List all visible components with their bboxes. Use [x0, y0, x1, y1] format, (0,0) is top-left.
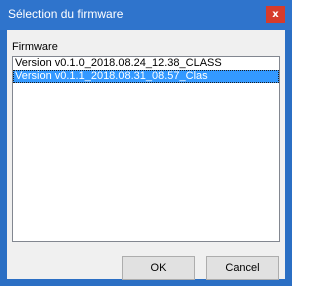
dialog-body: Firmware Version v0.1.0_2018.08.24_12.38… [7, 30, 285, 280]
window-title: Sélection du firmware [8, 7, 124, 21]
firmware-list-item[interactable]: Version v0.1.0_2018.08.24_12.38_CLASS [13, 57, 279, 70]
ok-button[interactable]: OK [122, 256, 195, 280]
firmware-list-item-selected[interactable]: Version v0.1.1_2018.08.31_08.57_Clas [13, 70, 279, 83]
firmware-group-label: Firmware [12, 41, 58, 53]
firmware-listbox[interactable]: Version v0.1.0_2018.08.24_12.38_CLASS Ve… [12, 56, 280, 242]
close-button[interactable]: x [266, 6, 285, 23]
title-bar[interactable]: Sélection du firmware x [0, 0, 292, 30]
cancel-button[interactable]: Cancel [206, 256, 279, 280]
close-icon: x [272, 9, 279, 20]
firmware-dialog: Sélection du firmware x Firmware Version… [0, 0, 292, 286]
